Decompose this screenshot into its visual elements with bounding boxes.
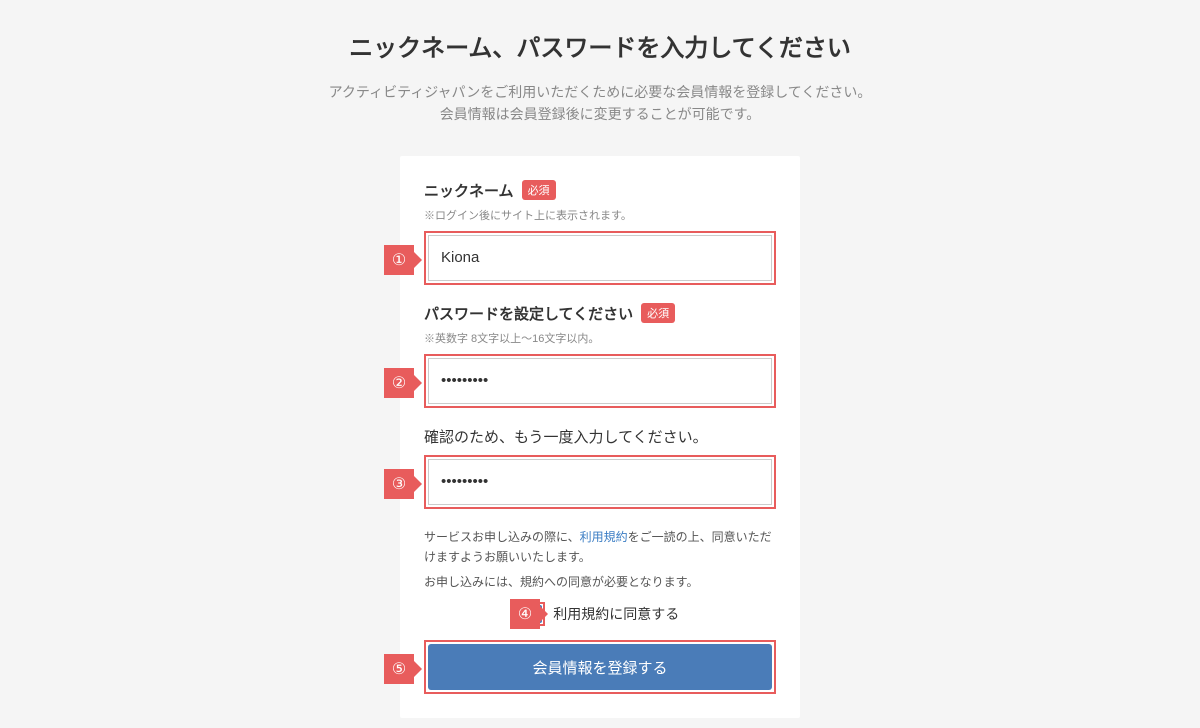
terms-text-before: サービスお申し込みの際に、 — [424, 530, 580, 544]
password-input[interactable] — [428, 358, 772, 404]
registration-form-card: ニックネーム 必須 ※ログイン後にサイト上に表示されます。 ① パスワードを設定… — [400, 156, 800, 718]
password-highlight-box: ② — [424, 354, 776, 408]
nickname-group: ニックネーム 必須 ※ログイン後にサイト上に表示されます。 ① — [424, 180, 776, 285]
terms-note: お申し込みには、規約への同意が必要となります。 — [424, 572, 776, 592]
nickname-input[interactable] — [428, 235, 772, 281]
password-confirm-group: 確認のため、もう一度入力してください。 ③ — [424, 426, 776, 509]
nickname-label: ニックネーム — [424, 180, 514, 201]
step-marker-3: ③ — [384, 469, 414, 499]
required-badge: 必須 — [522, 180, 556, 200]
password-confirm-highlight-box: ③ — [424, 455, 776, 509]
page-title: ニックネーム、パスワードを入力してください — [0, 28, 1200, 63]
terms-text: サービスお申し込みの際に、利用規約をご一読の上、同意いただけますようお願いいたし… — [424, 527, 776, 568]
submit-button[interactable]: 会員情報を登録する — [428, 644, 772, 690]
terms-link[interactable]: 利用規約 — [580, 530, 628, 544]
agree-row: ④ 利用規約に同意する — [424, 602, 776, 626]
password-confirm-input[interactable] — [428, 459, 772, 505]
submit-highlight-box: ⑤ 会員情報を登録する — [424, 640, 776, 694]
step-marker-5: ⑤ — [384, 654, 414, 684]
nickname-hint: ※ログイン後にサイト上に表示されます。 — [424, 207, 776, 223]
step-marker-1: ① — [384, 245, 414, 275]
required-badge: 必須 — [641, 303, 675, 323]
agree-label: 利用規約に同意する — [553, 606, 679, 622]
nickname-highlight-box: ① — [424, 231, 776, 285]
password-confirm-label: 確認のため、もう一度入力してください。 — [424, 426, 776, 447]
step-marker-4: ④ — [510, 599, 540, 629]
subtitle-line-2: 会員情報は会員登録後に変更することが可能です。 — [440, 106, 761, 122]
page-subtitle: アクティビティジャパンをご利用いただくために必要な会員情報を登録してください。 … — [0, 81, 1200, 126]
subtitle-line-1: アクティビティジャパンをご利用いただくために必要な会員情報を登録してください。 — [329, 84, 872, 100]
step-marker-2: ② — [384, 368, 414, 398]
password-group: パスワードを設定してください 必須 ※英数字 8文字以上〜16文字以内。 ② — [424, 303, 776, 408]
password-label: パスワードを設定してください — [424, 303, 633, 324]
password-hint: ※英数字 8文字以上〜16文字以内。 — [424, 330, 776, 346]
